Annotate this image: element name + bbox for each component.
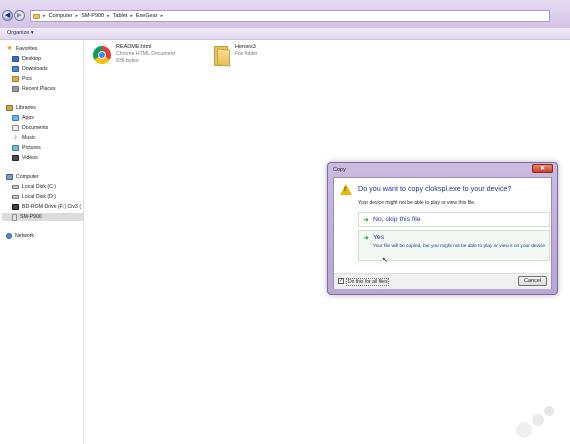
nav-label: SM-P900 (20, 214, 42, 220)
music-icon: ♪ (13, 134, 18, 141)
computer-icon (6, 174, 13, 180)
nav-label: Music (22, 135, 36, 141)
dialog-body: ! Do you want to copy clokspl.exe to you… (333, 177, 552, 289)
nav-label: Local Disk (D:) (22, 194, 57, 200)
close-button[interactable]: ✕ (532, 164, 553, 173)
file-type: Chrome HTML Document (116, 51, 175, 57)
nav-label: Downloads (22, 66, 48, 72)
desktop-icon (12, 56, 19, 62)
title-bar: ◀ ▶ ▸ Computer ▸ SM-P900 ▸ Tablet ▸ ExeG… (0, 0, 570, 28)
optical-drive-icon (12, 204, 19, 210)
checkbox-label[interactable]: Do this for all files (346, 278, 390, 286)
apps-icon (12, 115, 19, 121)
nav-libraries-header[interactable]: Libraries (6, 104, 36, 112)
file-size: 836 bytes (116, 58, 139, 64)
nav-item-local-disk-d[interactable]: Local Disk (D:) (12, 193, 56, 201)
nav-item-music[interactable]: ♪ Music (12, 134, 36, 142)
nav-label: Pics (22, 76, 32, 82)
copy-dialog: Copy ✕ ! Do you want to copy clokspl.exe… (327, 162, 558, 295)
dialog-footer: ✓ Do this for all files Cancel (334, 273, 551, 289)
skip-file-option[interactable]: ➜ No, skip this file (358, 212, 550, 227)
network-icon (6, 233, 12, 239)
breadcrumb-computer[interactable]: Computer (49, 13, 73, 19)
hard-disk-icon (12, 195, 19, 199)
nav-label: Libraries (16, 105, 36, 111)
address-bar[interactable]: ▸ Computer ▸ SM-P900 ▸ Tablet ▸ ExeGear … (30, 10, 550, 22)
nav-label: Network (15, 233, 35, 239)
folder-icon (12, 76, 19, 82)
folder-icon (33, 13, 40, 19)
nav-item-local-disk-c[interactable]: Local Disk (C:) (12, 183, 56, 191)
chevron-right-icon: ▸ (130, 13, 133, 19)
folder-icon (212, 46, 230, 67)
nav-label: Favorites (16, 46, 38, 52)
chevron-right-icon: ▸ (75, 13, 79, 19)
chevron-right-icon: ▸ (43, 13, 46, 19)
file-type: File folder (235, 51, 258, 57)
file-name: README.html (116, 44, 152, 50)
arrow-right-icon: ➜ (363, 217, 369, 224)
downloads-icon (12, 66, 19, 72)
star-icon: ★ (6, 45, 13, 52)
tablet-icon (12, 213, 17, 221)
breadcrumb-tablet[interactable]: Tablet (113, 13, 128, 19)
nav-item-pictures[interactable]: Pictures (12, 144, 41, 152)
file-item-readme[interactable]: README.html Chrome HTML Document 836 byt… (93, 44, 175, 64)
file-name: Heroes3 (235, 44, 256, 50)
dialog-title: Copy (333, 167, 346, 173)
nav-label: Recent Places (22, 86, 56, 92)
option-label: No, skip this file (373, 216, 421, 223)
videos-icon (12, 155, 19, 161)
forward-button[interactable]: ▶ (14, 10, 25, 21)
libraries-icon (6, 105, 13, 111)
nav-label: Local Disk (C:) (22, 184, 57, 190)
nav-item-bd-rom-drive[interactable]: BD-ROM Drive (F:) Civ3 ( (12, 203, 81, 211)
recent-places-icon (12, 86, 19, 92)
breadcrumb-device[interactable]: SM-P900 (81, 13, 104, 19)
nav-label: Desktop (22, 56, 42, 62)
nav-item-downloads[interactable]: Downloads (12, 65, 48, 73)
command-bar: Organize ▾ (0, 28, 570, 40)
nav-label: Videos (22, 155, 38, 161)
dialog-question: Do you want to copy clokspl.exe to your … (358, 184, 512, 193)
organize-menu[interactable]: Organize ▾ (7, 30, 34, 36)
chrome-icon (93, 46, 111, 64)
nav-item-pics[interactable]: Pics (12, 75, 32, 83)
nav-label: Computer (16, 174, 39, 180)
dialog-subtitle: Your device might not be able to play or… (358, 200, 476, 206)
arrow-right-icon: ➜ (363, 235, 369, 242)
documents-icon (12, 125, 19, 131)
nav-network-header[interactable]: Network (6, 232, 34, 240)
breadcrumb-exegear[interactable]: ExeGear (136, 13, 158, 19)
option-description: Your file will be copied, but you might … (373, 244, 547, 249)
pictures-icon (12, 145, 19, 151)
option-label: Yes (373, 234, 385, 241)
do-for-all-checkbox[interactable]: ✓ (338, 278, 344, 284)
warning-icon (340, 184, 352, 195)
hard-disk-icon (12, 185, 19, 189)
watermark-logo (512, 404, 560, 438)
nav-item-recent-places[interactable]: Recent Places (12, 85, 55, 93)
warning-icon-mark: ! (344, 187, 346, 193)
chevron-right-icon: ▸ (160, 13, 164, 19)
nav-item-documents[interactable]: Documents (12, 124, 48, 132)
mouse-cursor-icon: ↖ (382, 257, 388, 264)
nav-label: Apps (22, 115, 34, 121)
nav-item-sm-p900[interactable]: SM-P900 (2, 213, 92, 221)
chevron-right-icon: ▸ (107, 13, 110, 19)
nav-label: Documents (22, 125, 49, 131)
file-item-heroes3[interactable]: Heroes3 File folder (212, 44, 258, 67)
cancel-button[interactable]: Cancel (518, 276, 547, 286)
nav-label: BD-ROM Drive (F:) Civ3 ( (22, 204, 82, 210)
nav-item-desktop[interactable]: Desktop (12, 55, 41, 63)
back-button[interactable]: ◀ (2, 10, 13, 21)
nav-computer-header[interactable]: Computer (6, 173, 39, 181)
nav-favorites-header[interactable]: ★ Favorites (6, 45, 37, 53)
close-icon: ✕ (539, 165, 546, 172)
nav-label: Pictures (22, 145, 41, 151)
nav-item-videos[interactable]: Videos (12, 154, 38, 162)
nav-item-apps[interactable]: Apps (12, 114, 34, 122)
navigation-pane: ★ Favorites Desktop Downloads Pics Recen… (0, 40, 92, 444)
